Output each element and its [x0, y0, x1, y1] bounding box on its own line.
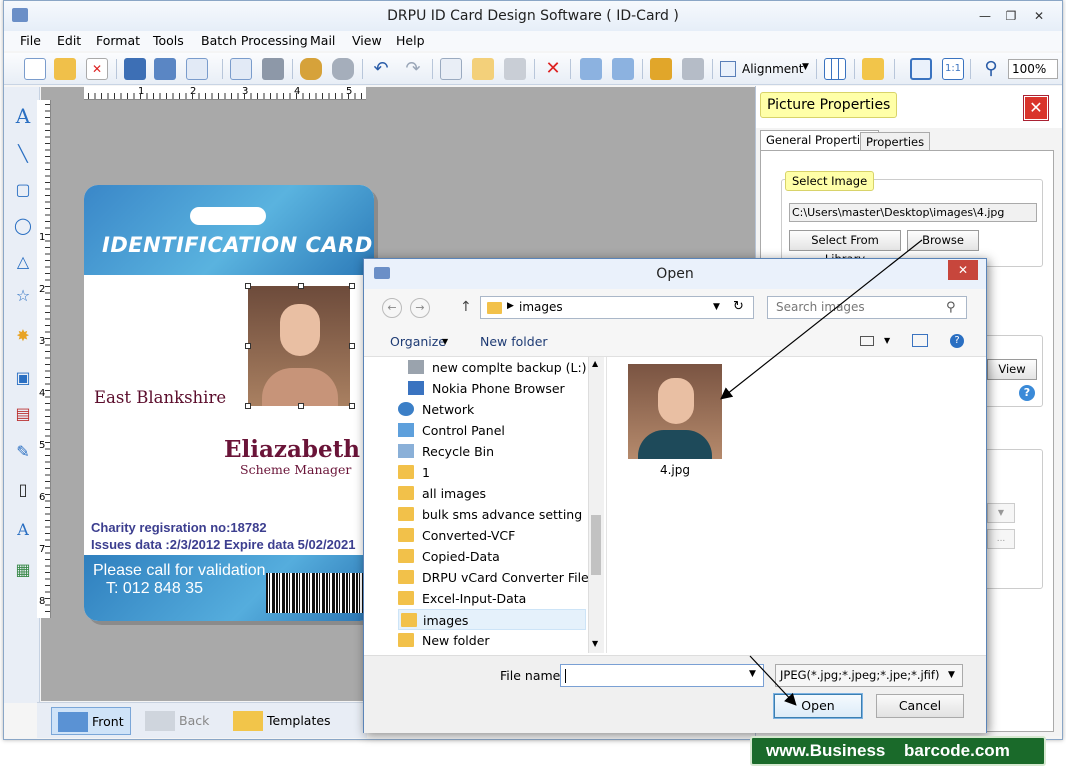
- website-watermark: www.Business barcode.com: [750, 736, 1046, 766]
- annotation-arrows: [720, 239, 923, 706]
- watermark-part-2: barcode.com: [904, 741, 1010, 760]
- arrow-to-open-button: [749, 655, 797, 706]
- watermark-part-1: www.Business: [766, 741, 886, 760]
- arrow-browse-to-file: [720, 239, 923, 400]
